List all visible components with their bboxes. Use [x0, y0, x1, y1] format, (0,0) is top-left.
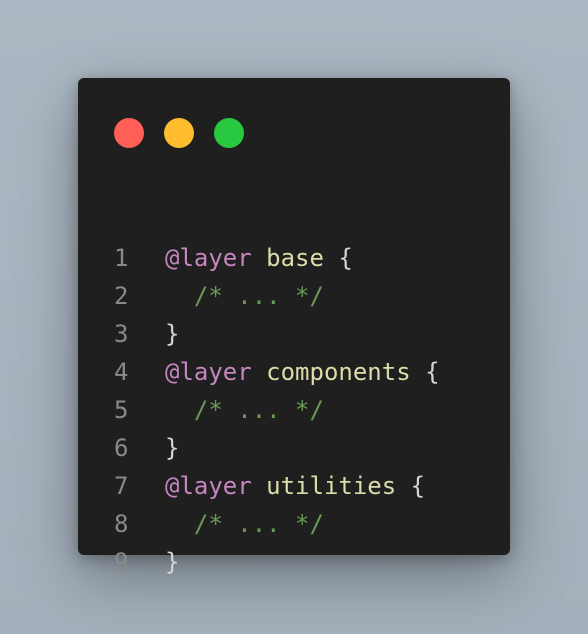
line-number: 1	[114, 244, 129, 272]
at-rule-keyword: @layer	[165, 244, 252, 272]
line-source: /* ... */	[165, 277, 324, 315]
comment: /* ... */	[193, 510, 324, 538]
line-number: 7	[114, 472, 129, 500]
line-number: 6	[114, 434, 129, 462]
brace: }	[165, 434, 180, 462]
layer-name: components	[266, 358, 411, 386]
at-rule-keyword: @layer	[165, 358, 252, 386]
line-source: /* ... */	[165, 391, 324, 429]
line-source: @layer components {	[165, 353, 440, 391]
layer-name: base	[266, 244, 324, 272]
brace: {	[338, 244, 353, 272]
comment: /* ... */	[193, 282, 324, 310]
at-rule-keyword: @layer	[165, 472, 252, 500]
brace: }	[165, 548, 180, 576]
code-window: 1 @layer base {2 /* ... */3} 4 @layer compo…	[78, 78, 510, 576]
layer-name: utilities	[266, 472, 397, 500]
line-source: }	[165, 543, 179, 581]
line-number: 4	[114, 358, 129, 386]
line-number: 9	[114, 548, 129, 576]
minimize-button[interactable]	[164, 118, 194, 148]
line-number: 3	[114, 320, 129, 348]
window-controls	[114, 118, 244, 148]
brace: {	[425, 358, 440, 386]
maximize-button[interactable]	[214, 118, 244, 148]
line-source: @layer utilities {	[165, 467, 425, 505]
line-source: /* ... */	[165, 505, 324, 543]
brace: {	[410, 472, 426, 500]
close-button[interactable]	[114, 118, 144, 148]
line-number: 5	[114, 396, 129, 424]
line-source: }	[165, 429, 179, 467]
comment: /* ... */	[193, 396, 324, 424]
line-number: 2	[114, 282, 129, 310]
line-source: }	[165, 315, 179, 353]
line-source: @layer base {	[165, 239, 353, 277]
brace: }	[165, 320, 180, 348]
line-number: 8	[114, 510, 129, 538]
